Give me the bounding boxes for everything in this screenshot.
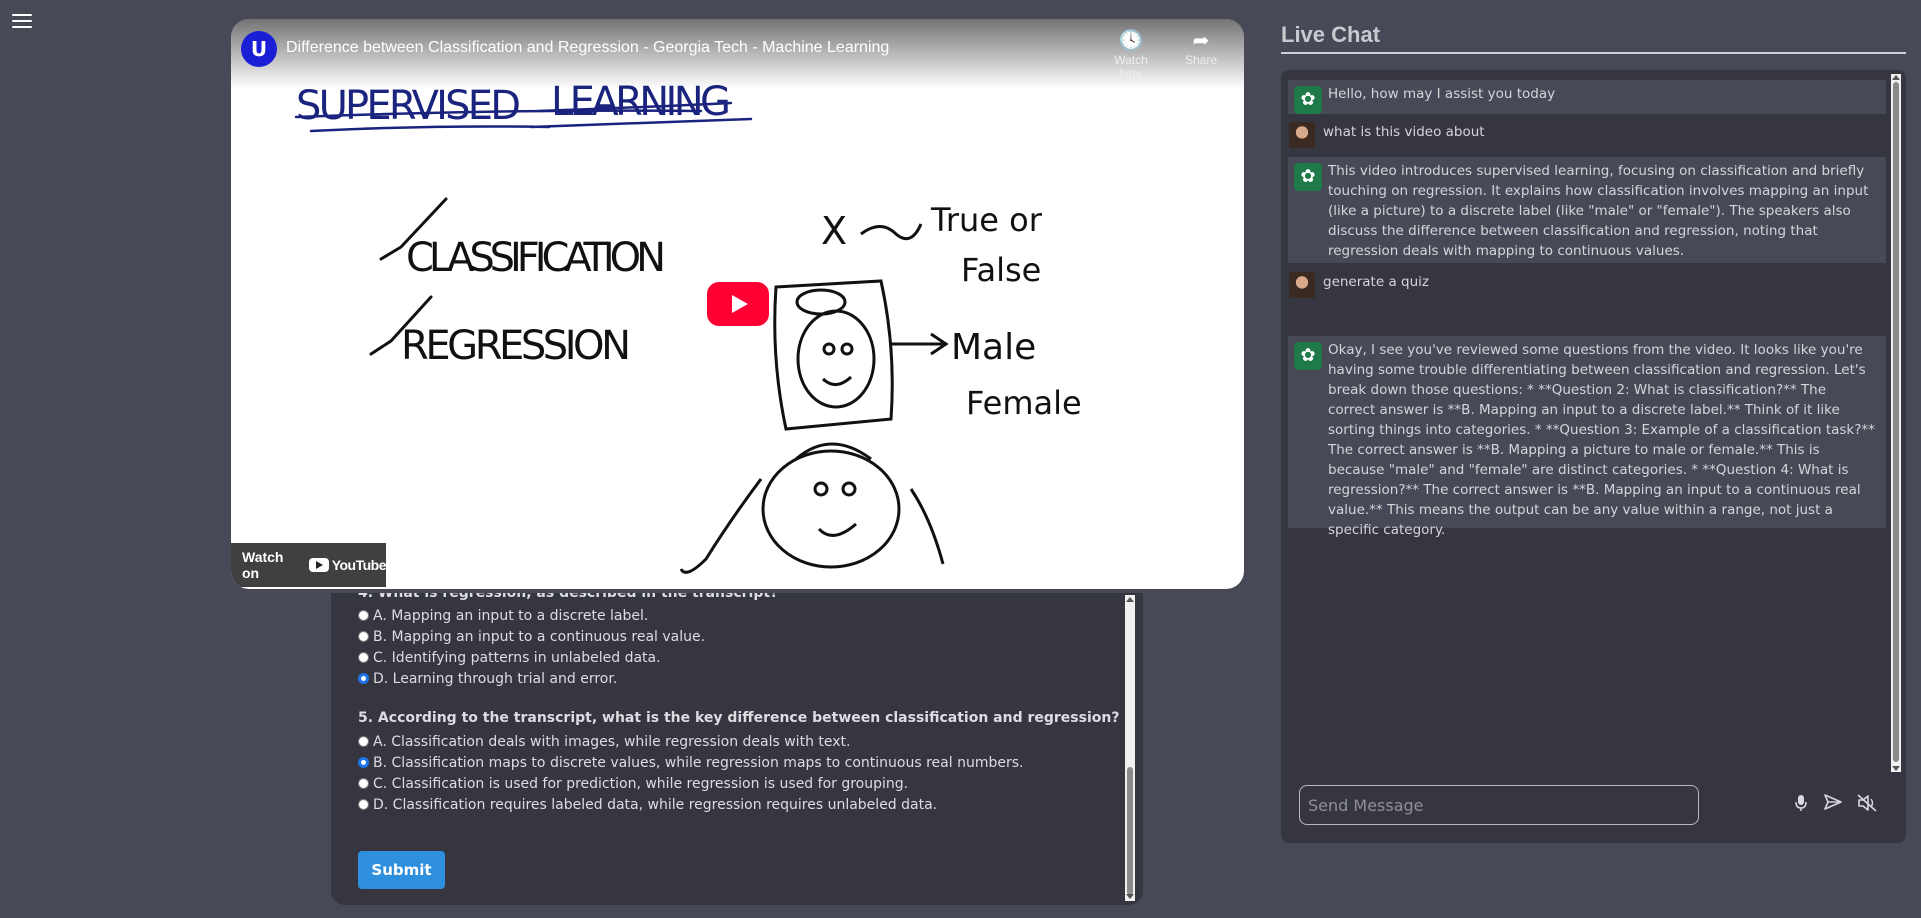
chat-message-text: generate a quiz [1323,274,1429,290]
radio-5c[interactable] [358,778,369,789]
svg-text:False: False [961,251,1041,289]
option-4a[interactable]: A. Mapping an input to a discrete label. [358,605,778,626]
youtube-label: YouTube [331,557,387,573]
radio-4a[interactable] [358,610,369,621]
question-4-title: 4. What is regression, as described in t… [358,593,779,601]
option-4d[interactable]: D. Learning through trial and error. [358,668,778,689]
send-icon[interactable] [1822,794,1844,816]
chat-message-text: Okay, I see you've reviewed some questio… [1328,342,1875,538]
svg-text:Female: Female [966,384,1082,422]
send-message-input[interactable] [1299,785,1699,825]
clock-icon: 🕓 [1118,30,1144,52]
svg-text:Male: Male [951,327,1036,368]
scroll-up-icon[interactable] [1126,597,1134,602]
quiz-panel: 4. What is regression, as described in t… [331,593,1143,905]
whiteboard-regression: REGRESSION [401,323,631,369]
radio-5d[interactable] [358,799,369,810]
radio-5a[interactable] [358,736,369,747]
video-title[interactable]: Difference between Classification and Re… [286,39,889,57]
option-5d[interactable]: D. Classification requires labeled data,… [358,794,1119,815]
svg-text:True or: True or [930,201,1043,239]
scroll-thumb[interactable] [1127,767,1133,895]
microphone-icon[interactable] [1790,794,1812,816]
chat-message-user: what is this video about [1288,118,1886,152]
chat-message-bot: ✿ Hello, how may I assist you today [1288,80,1886,114]
watch-on-label: Watch on [242,549,284,581]
chat-message-text: Hello, how may I assist you today [1328,86,1556,102]
user-avatar [1289,272,1315,298]
youtube-logo: YouTube [308,557,387,573]
user-avatar [1289,122,1315,148]
option-label: D. Classification requires labeled data,… [373,796,938,813]
option-label: C. Identifying patterns in unlabeled dat… [373,649,661,666]
share-icon: ➦ [1192,30,1210,52]
channel-logo[interactable]: U [241,31,277,67]
video-player[interactable]: SUPERVISED LEARNING CLASSIFICATION REGRE… [231,19,1244,589]
radio-4c[interactable] [358,652,369,663]
chat-message-user: generate a quiz [1288,268,1886,302]
question-4: 4. What is regression, as described in t… [358,593,778,689]
openai-icon: ✿ [1294,342,1322,370]
quiz-scrollbar[interactable] [1125,595,1135,901]
chat-message-bot: ✿ Okay, I see you've reviewed some quest… [1288,336,1886,538]
option-label: A. Classification deals with images, whi… [373,733,851,750]
scroll-thumb[interactable] [1893,82,1899,762]
option-label: D. Learning through trial and error. [373,670,618,687]
chat-message-bot: ✿ This video introduces supervised learn… [1288,157,1886,263]
openai-icon: ✿ [1294,163,1322,191]
youtube-play-icon [308,558,329,572]
mute-icon[interactable] [1856,794,1878,816]
submit-button[interactable]: Submit [358,851,445,889]
whiteboard-heading-left: SUPERVISED [296,83,521,129]
chat-title: Live Chat [1281,22,1381,47]
menu-icon[interactable] [12,14,32,30]
radio-4d[interactable] [358,673,369,684]
radio-5b[interactable] [358,757,369,768]
option-5a[interactable]: A. Classification deals with images, whi… [358,731,1119,752]
scroll-up-icon[interactable] [1892,75,1900,80]
whiteboard-classification: CLASSIFICATION [406,235,666,281]
watch-later-button[interactable]: 🕓 Watch later [1101,29,1161,81]
chat-message-text: what is this video about [1323,124,1485,140]
watch-on-youtube-button[interactable]: Watch on YouTube [231,543,387,587]
share-button[interactable]: ➦ Share [1171,29,1231,67]
scroll-down-icon[interactable] [1892,766,1900,771]
chat-panel: ✿ Hello, how may I assist you today what… [1281,70,1906,843]
play-button[interactable] [707,282,769,326]
scroll-down-icon[interactable] [1126,894,1134,899]
option-label: C. Classification is used for prediction… [373,775,909,792]
question-5: 5. According to the transcript, what is … [358,710,1119,815]
option-5c[interactable]: C. Classification is used for prediction… [358,773,1119,794]
chat-message-text: This video introduces supervised learnin… [1328,163,1869,259]
option-label: B. Mapping an input to a continuous real… [373,628,706,645]
share-label: Share [1184,53,1218,67]
question-5-title: 5. According to the transcript, what is … [358,710,1120,726]
svg-text:X: X [821,209,847,253]
chat-divider [1281,52,1906,54]
chat-scrollbar[interactable] [1891,74,1901,772]
option-label: A. Mapping an input to a discrete label. [373,607,649,624]
openai-icon: ✿ [1294,86,1322,114]
option-5b[interactable]: B. Classification maps to discrete value… [358,752,1119,773]
option-label: B. Classification maps to discrete value… [373,754,1024,771]
watch-later-label: Watch later [1114,53,1148,81]
radio-4b[interactable] [358,631,369,642]
option-4c[interactable]: C. Identifying patterns in unlabeled dat… [358,647,778,668]
option-4b[interactable]: B. Mapping an input to a continuous real… [358,626,778,647]
